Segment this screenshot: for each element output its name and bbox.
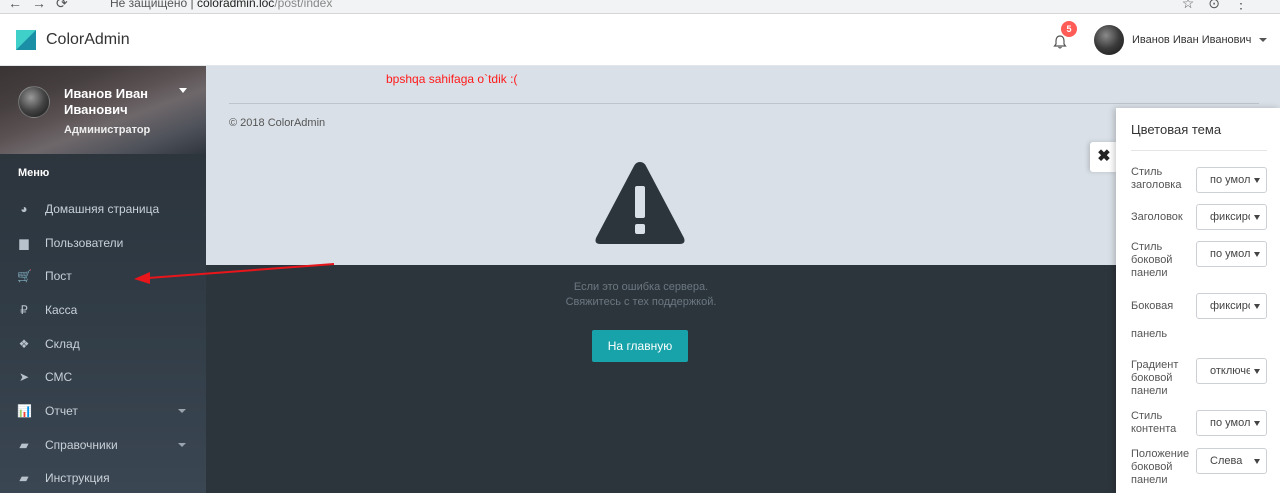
- sidebar-item-report[interactable]: 📊 Отчет: [0, 394, 206, 428]
- sidebar-item-home[interactable]: ◕ Домашняя страница: [0, 192, 206, 226]
- close-icon[interactable]: ✖: [1090, 142, 1118, 172]
- sidebar-item-label: Отчет: [45, 404, 78, 418]
- security-status: Не защищено |: [110, 0, 194, 10]
- sidebar-fixed-select[interactable]: фиксированная: [1196, 293, 1267, 319]
- footer-copyright: © 2018 ColorAdmin: [229, 117, 326, 129]
- sidebar-item-warehouse[interactable]: ❖ Склад: [0, 327, 206, 361]
- sidebar-item-label: Справочники: [45, 438, 118, 452]
- chevron-down-icon[interactable]: [179, 88, 187, 93]
- user-menu-name[interactable]: Иванов Иван Иванович: [1132, 34, 1251, 46]
- profile-name: Иванов Иван Иванович: [64, 86, 149, 117]
- url-path: /post/index: [274, 0, 333, 10]
- select-value: по умолчанию: [1210, 174, 1250, 186]
- select-value: фиксированный: [1210, 211, 1250, 223]
- chevron-down-icon[interactable]: [1259, 38, 1267, 42]
- top-header: ColorAdmin 5 Иванов Иван Иванович: [0, 14, 1280, 66]
- sidebar-item-sms[interactable]: ➤ СМС: [0, 360, 206, 394]
- logo-icon[interactable]: [16, 30, 36, 50]
- notification-badge: 5: [1061, 21, 1077, 37]
- avatar[interactable]: [1094, 25, 1124, 55]
- option-label: Боковая: [1131, 300, 1174, 312]
- caret-down-icon: [1254, 215, 1260, 220]
- caret-down-icon: [1254, 178, 1260, 183]
- option-label: Положение боковой панели: [1131, 448, 1190, 486]
- chart-icon: 📊: [17, 404, 32, 418]
- sidebar-item-instruction[interactable]: ▰ Инструкция: [0, 461, 206, 493]
- warning-icon: [595, 162, 685, 244]
- ruble-icon: ₽: [20, 303, 28, 317]
- annotation-arrow-icon: [134, 263, 335, 284]
- chevron-down-icon: [178, 443, 186, 447]
- theme-panel-title: Цветовая тема: [1131, 122, 1222, 137]
- browser-toolbar: ←→⟳ Не защищено | coloradmin.loc/post/in…: [0, 0, 1280, 14]
- caret-down-icon: [1254, 459, 1260, 464]
- select-value: Слева: [1210, 455, 1243, 467]
- sidebar-item-label: Касса: [45, 303, 78, 317]
- select-value: по умолчанию: [1210, 248, 1250, 260]
- select-value: отключен: [1210, 365, 1250, 377]
- sidebar-position-select[interactable]: Слева: [1196, 448, 1267, 474]
- sidebar-item-label: Инструкция: [45, 471, 110, 485]
- option-label: Стиль боковой панели: [1131, 241, 1173, 279]
- sidebar-item-label: Пользователи: [45, 236, 124, 250]
- cart-icon: 🛒: [17, 269, 32, 283]
- home-button[interactable]: На главную: [592, 330, 688, 362]
- option-label: Градиент боковой панели: [1131, 359, 1179, 397]
- sidebar-profile[interactable]: Иванов Иван Иванович Администратор: [0, 66, 206, 154]
- content-style-select[interactable]: по умолчанию: [1196, 410, 1267, 436]
- caret-down-icon: [1254, 421, 1260, 426]
- dashboard-icon: ◕: [20, 202, 28, 216]
- select-value: фиксированная: [1210, 300, 1250, 312]
- caret-down-icon: [1254, 369, 1260, 374]
- option-label: панель: [1131, 328, 1168, 340]
- sidebar-item-users[interactable]: ▆ Пользователи: [0, 226, 206, 260]
- send-icon: ➤: [18, 370, 30, 384]
- sidebar-item-label: Пост: [45, 269, 72, 283]
- option-label: Стиль контента: [1131, 410, 1177, 435]
- url-host: coloradmin.loc: [196, 0, 275, 10]
- browser-menu-icons[interactable]: ☆⊙⋮: [1182, 0, 1262, 12]
- chevron-down-icon: [178, 409, 186, 413]
- profile-avatar: [18, 86, 50, 118]
- book-icon: ▰: [19, 438, 29, 452]
- sidebar-gradient-select[interactable]: отключен: [1196, 358, 1267, 384]
- sidebar-item-label: Домашняя страница: [45, 202, 160, 216]
- select-value: по умолчанию: [1210, 417, 1250, 429]
- caret-down-icon: [1254, 304, 1260, 309]
- profile-role: Администратор: [64, 124, 151, 136]
- option-label: Заголовок: [1131, 211, 1183, 223]
- annotation-text: bpshqa sahifaga o`tdik :(: [386, 72, 518, 86]
- brand-name[interactable]: ColorAdmin: [46, 31, 130, 49]
- option-label: Стиль заголовка: [1131, 166, 1182, 191]
- sidebar-item-cash[interactable]: ₽ Касса: [0, 293, 206, 327]
- sidebar-item-label: Склад: [45, 337, 80, 351]
- divider: [1131, 150, 1267, 151]
- book-icon: ▰: [19, 471, 29, 485]
- browser-nav-icons[interactable]: ←→⟳: [8, 0, 78, 12]
- error-message: Свяжитесь с тех поддержкой.: [565, 296, 717, 308]
- sidebar-item-label: СМС: [45, 370, 73, 384]
- users-icon: ▆: [19, 236, 29, 250]
- sidebar-style-select[interactable]: по умолчанию: [1196, 241, 1267, 267]
- sidebar-item-references[interactable]: ▰ Справочники: [0, 428, 206, 462]
- header-fixed-select[interactable]: фиксированный: [1196, 204, 1267, 230]
- cubes-icon: ❖: [18, 337, 30, 351]
- menu-header: Меню: [18, 167, 50, 179]
- header-style-select[interactable]: по умолчанию: [1196, 167, 1267, 193]
- address-bar[interactable]: Не защищено | coloradmin.loc/post/index: [110, 0, 332, 10]
- divider: [229, 103, 1259, 104]
- theme-panel: Цветовая тема Стиль заголовка по умолчан…: [1116, 108, 1280, 493]
- caret-down-icon: [1254, 252, 1260, 257]
